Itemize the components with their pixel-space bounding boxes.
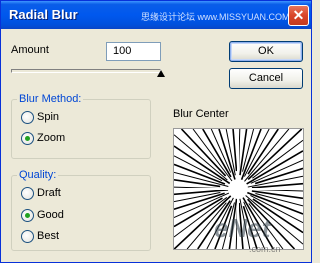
zoom-ray bbox=[174, 179, 221, 188]
cancel-button[interactable]: Cancel bbox=[229, 68, 303, 89]
zoom-ray bbox=[180, 129, 227, 177]
watermark-text: 思缘设计论坛 www.MISSYUAN.COM bbox=[141, 12, 290, 22]
close-icon: ✕ bbox=[292, 7, 305, 23]
radial-blur-dialog: Radial Blur 思缘设计论坛 www.MISSYUAN.COM ✕ Am… bbox=[0, 0, 312, 263]
amount-slider[interactable] bbox=[11, 69, 161, 73]
radio-zoom-label: Zoom bbox=[37, 132, 66, 144]
watermark-domain: .com.cn bbox=[249, 244, 281, 254]
radio-zoom-indicator[interactable] bbox=[21, 132, 34, 145]
title-bar[interactable]: Radial Blur 思缘设计论坛 www.MISSYUAN.COM ✕ bbox=[1, 1, 311, 29]
blur-method-title: Blur Method: bbox=[17, 93, 84, 105]
blur-method-group bbox=[11, 99, 151, 159]
amount-label: Amount bbox=[11, 44, 49, 56]
radio-best-label: Best bbox=[37, 230, 60, 242]
radio-good-indicator[interactable] bbox=[21, 209, 34, 222]
close-button[interactable]: ✕ bbox=[288, 5, 309, 26]
blur-center-label: Blur Center bbox=[173, 108, 229, 120]
radio-draft-indicator[interactable] bbox=[21, 187, 34, 200]
radio-draft-label: Draft bbox=[37, 187, 61, 199]
ok-button[interactable]: OK bbox=[229, 41, 303, 62]
quality-title: Quality: bbox=[17, 169, 59, 181]
radio-best-indicator[interactable] bbox=[21, 230, 34, 243]
radio-good-label: Good bbox=[37, 209, 64, 221]
zoom-ray bbox=[244, 129, 270, 177]
radio-spin-label: Spin bbox=[37, 111, 60, 123]
zoom-ray bbox=[174, 155, 223, 182]
amount-input[interactable]: 100 bbox=[106, 42, 161, 61]
radio-spin-indicator[interactable] bbox=[21, 111, 34, 124]
amount-slider-thumb[interactable] bbox=[157, 70, 165, 77]
zoom-ray bbox=[174, 189, 229, 196]
watermark-logo: eNet bbox=[214, 213, 271, 243]
dialog-title: Radial Blur bbox=[9, 7, 78, 22]
